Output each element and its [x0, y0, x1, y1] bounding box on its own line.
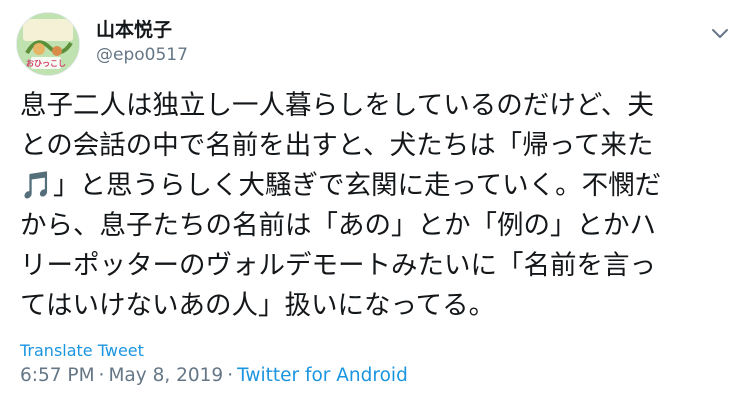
tweet-time[interactable]: 6:57 PM [20, 365, 95, 386]
tweet-line: から、息子たちの名前は「あの」とか「例の」とかハ [20, 210, 656, 241]
translate-tweet-link[interactable]: Translate Tweet [20, 341, 144, 361]
user-handle[interactable]: @epo0517 [96, 44, 188, 66]
tweet-date[interactable]: May 8, 2019 [108, 365, 223, 386]
tweet-text: 息子二人は独立し一人暮らしをしているのだけど、夫 との会話の中で名前を出すと、犬… [20, 86, 736, 326]
tweet-line: との会話の中で名前を出すと、犬たちは「帰って来た [20, 130, 654, 161]
tweet-source-link[interactable]: Twitter for Android [237, 365, 408, 386]
tweet-line: 🎵」と思うらしく大騒ぎで玄関に走っていく。不憫だ [20, 170, 662, 201]
avatar-image: おひっこし [17, 13, 79, 75]
svg-text:おひっこし: おひっこし [26, 59, 66, 68]
tweet-line: てはいけないあの人」扱いになってる。 [20, 290, 496, 321]
avatar[interactable]: おひっこし [16, 12, 80, 76]
tweet-meta: 6:57 PM · May 8, 2019 · Twitter for Android [20, 364, 408, 388]
tweet-line: リーポッターのヴォルデモートみたいに「名前を言っ [20, 250, 656, 281]
meta-separator: · [227, 365, 234, 386]
meta-separator: · [98, 365, 105, 386]
display-name[interactable]: 山本悦子 [96, 18, 172, 42]
tweet-line: 息子二人は独立し一人暮らしをしているのだけど、夫 [20, 90, 654, 121]
chevron-down-icon[interactable] [707, 22, 733, 44]
